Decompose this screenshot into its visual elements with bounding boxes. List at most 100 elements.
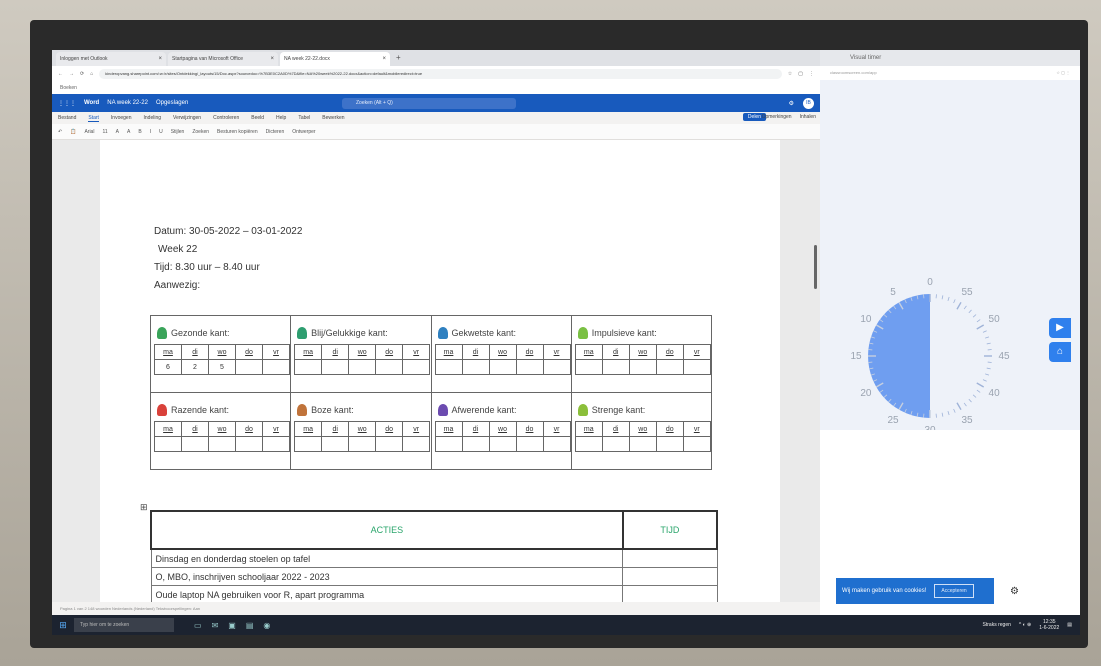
bookmark-item[interactable]: Boeken bbox=[60, 85, 77, 91]
notifications-icon[interactable]: ▤ bbox=[1067, 622, 1072, 628]
day-value[interactable] bbox=[574, 436, 603, 452]
day-value[interactable] bbox=[375, 359, 404, 375]
day-value[interactable]: 5 bbox=[208, 359, 236, 375]
day-value[interactable] bbox=[154, 436, 182, 452]
avatar[interactable]: IB bbox=[803, 97, 814, 109]
kant-cell[interactable]: Strenge kant: ma di wo do vr bbox=[570, 392, 713, 470]
day-value[interactable] bbox=[181, 436, 209, 452]
settings-gear-icon[interactable]: ⚙ bbox=[1010, 586, 1019, 597]
kant-cell[interactable]: Afwerende kant: ma di wo do vr bbox=[430, 392, 572, 470]
close-icon[interactable]: × bbox=[158, 56, 162, 62]
ribbon-item[interactable]: B bbox=[138, 129, 141, 135]
catchup-button[interactable]: Inhalen bbox=[800, 114, 816, 120]
ribbon-tab[interactable]: Bestand bbox=[58, 115, 76, 121]
day-value[interactable] bbox=[515, 359, 544, 375]
clipboard-icon[interactable]: 📋 bbox=[70, 129, 76, 135]
day-value[interactable] bbox=[488, 436, 517, 452]
url-field[interactable]: kinderopvang.sharepoint.com/:w:/r/sites/… bbox=[99, 69, 782, 79]
actie-text[interactable]: Oude laptop NA gebruiken voor R, apart p… bbox=[150, 585, 624, 604]
browser-tab[interactable]: NA week 22-22.docx × bbox=[280, 52, 390, 66]
day-value[interactable] bbox=[574, 359, 603, 375]
cookie-accept-button[interactable]: Accepteren bbox=[934, 584, 974, 598]
day-value[interactable] bbox=[434, 359, 463, 375]
doc-title[interactable]: NA week 22-22 bbox=[107, 100, 148, 106]
comments-button[interactable]: Opmerkingen bbox=[762, 114, 792, 120]
browser-actions-icon[interactable]: ☆ ▢ ⋮ bbox=[1056, 66, 1080, 80]
ribbon-item[interactable]: Dicteren bbox=[266, 129, 285, 135]
ribbon-item[interactable]: A bbox=[116, 129, 119, 135]
chrome-icon[interactable]: ◉ bbox=[263, 621, 270, 630]
day-value[interactable] bbox=[235, 436, 263, 452]
day-value[interactable] bbox=[542, 359, 571, 375]
kant-cell[interactable]: Impulsieve kant: ma di wo do vr bbox=[570, 315, 713, 393]
ribbon-item[interactable]: Arial bbox=[84, 129, 94, 135]
actie-tijd[interactable] bbox=[622, 585, 718, 604]
day-value[interactable] bbox=[321, 436, 350, 452]
day-value[interactable] bbox=[208, 436, 236, 452]
close-icon[interactable]: × bbox=[382, 56, 386, 62]
save-status[interactable]: Opgeslagen bbox=[156, 100, 188, 106]
kant-cell[interactable]: Blij/Gelukkige kant: ma di wo do vr bbox=[290, 315, 432, 393]
ribbon-tab[interactable]: Bewerken bbox=[322, 115, 344, 121]
kant-cell[interactable]: Gezonde kant: ma di wo do vr 6 2 5 bbox=[149, 315, 292, 393]
day-value[interactable] bbox=[682, 359, 711, 375]
day-value[interactable] bbox=[294, 359, 323, 375]
ribbon-item[interactable]: I bbox=[150, 129, 151, 135]
day-value[interactable] bbox=[542, 436, 571, 452]
day-value[interactable] bbox=[461, 436, 490, 452]
day-value[interactable] bbox=[348, 436, 377, 452]
day-value[interactable] bbox=[628, 436, 657, 452]
kant-cell[interactable]: Gekwetste kant: ma di wo do vr bbox=[430, 315, 572, 393]
day-value[interactable] bbox=[628, 359, 657, 375]
new-tab-icon[interactable]: + bbox=[396, 50, 401, 66]
search-input[interactable]: Zoeken (Alt + Q) bbox=[342, 97, 516, 109]
reload-icon[interactable]: ⟳ bbox=[80, 71, 84, 77]
day-value[interactable] bbox=[235, 359, 263, 375]
ribbon-tab[interactable]: Beeld bbox=[251, 115, 264, 121]
day-value[interactable] bbox=[402, 359, 431, 375]
ribbon-tab[interactable]: Help bbox=[276, 115, 286, 121]
actie-tijd[interactable] bbox=[622, 548, 718, 568]
day-value[interactable]: 2 bbox=[181, 359, 209, 375]
play-icon[interactable]: ▶ bbox=[1049, 318, 1071, 338]
day-value[interactable] bbox=[262, 359, 290, 375]
task-view-icon[interactable]: ▭ bbox=[194, 621, 202, 630]
ribbon-item[interactable]: Zoeken bbox=[192, 129, 209, 135]
ribbon-item[interactable]: Stijlen bbox=[171, 129, 185, 135]
vertical-scrollbar[interactable] bbox=[814, 245, 817, 289]
home-icon[interactable]: ⌂ bbox=[90, 71, 93, 77]
ribbon-item[interactable]: A bbox=[127, 129, 130, 135]
actie-text[interactable]: Dinsdag en donderdag stoelen op tafel bbox=[150, 548, 624, 568]
day-value[interactable] bbox=[434, 436, 463, 452]
back-icon[interactable]: ← bbox=[58, 71, 63, 77]
day-value[interactable] bbox=[655, 436, 684, 452]
day-value[interactable] bbox=[488, 359, 517, 375]
timer-url[interactable]: classroomscreen.com/app bbox=[830, 66, 877, 80]
ribbon-tab[interactable]: Verwijzingen bbox=[173, 115, 201, 121]
close-icon[interactable]: × bbox=[270, 56, 274, 62]
day-value[interactable] bbox=[348, 359, 377, 375]
store-icon[interactable]: ▣ bbox=[228, 621, 236, 630]
undo-icon[interactable]: ↶ bbox=[58, 129, 62, 135]
day-value[interactable] bbox=[515, 436, 544, 452]
ribbon-item[interactable]: 11 bbox=[102, 129, 107, 135]
browser-tab[interactable]: Startpagina van Microsoft Office × bbox=[168, 52, 278, 66]
day-value[interactable] bbox=[375, 436, 404, 452]
ribbon-tab[interactable]: Start bbox=[88, 115, 99, 122]
day-value[interactable] bbox=[262, 436, 290, 452]
table-move-handle-icon[interactable]: ⊞ bbox=[140, 502, 148, 513]
visual-timer[interactable]: 0510152025303540455055 bbox=[830, 256, 1030, 456]
kant-cell[interactable]: Razende kant: ma di wo do vr bbox=[149, 392, 292, 470]
weather-text[interactable]: Straks regen bbox=[983, 622, 1011, 628]
ribbon-item[interactable]: U bbox=[159, 129, 163, 135]
actie-tijd[interactable] bbox=[622, 567, 718, 586]
ribbon-tab[interactable]: Tabel bbox=[298, 115, 310, 121]
day-value[interactable] bbox=[461, 359, 490, 375]
taskbar-search[interactable]: Typ hier om te zoeken bbox=[74, 618, 174, 632]
ribbon-tab[interactable]: Indeling bbox=[144, 115, 162, 121]
day-value[interactable] bbox=[682, 436, 711, 452]
star-icon[interactable]: ☆ bbox=[788, 71, 792, 77]
timer-tab[interactable]: Visual timer bbox=[820, 50, 1080, 66]
day-value[interactable] bbox=[321, 359, 350, 375]
file-explorer-icon[interactable]: ▤ bbox=[246, 621, 254, 630]
